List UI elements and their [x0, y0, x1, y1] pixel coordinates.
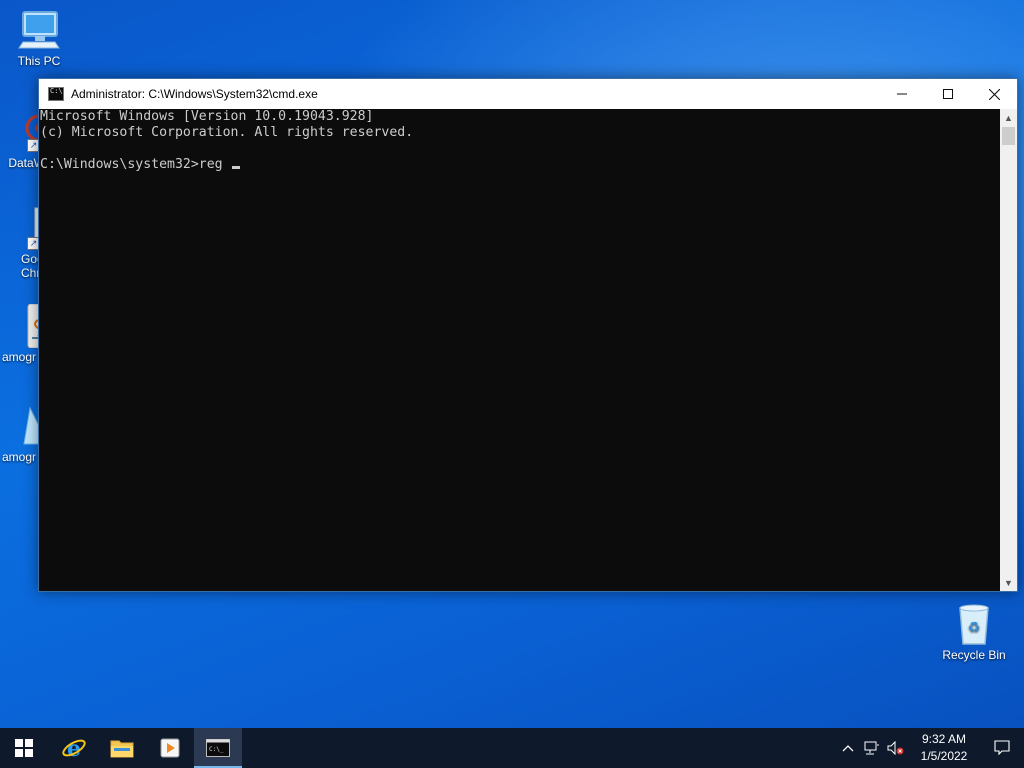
- taskbar-command-prompt[interactable]: C:\_: [194, 728, 242, 768]
- console-input: reg: [198, 157, 231, 172]
- maximize-button[interactable]: [925, 79, 971, 109]
- action-center-button[interactable]: [980, 728, 1024, 768]
- scroll-down-arrow-icon[interactable]: ▼: [1000, 574, 1017, 591]
- media-player-icon: [160, 738, 180, 758]
- windows-logo-icon: [15, 739, 33, 757]
- console-output[interactable]: Microsoft Windows [Version 10.0.19043.92…: [39, 109, 1000, 591]
- console-prompt: C:\Windows\system32>: [40, 157, 199, 172]
- close-button[interactable]: [971, 79, 1017, 109]
- desktop-icon-label: Recycle Bin: [942, 648, 1006, 662]
- window-title: Administrator: C:\Windows\System32\cmd.e…: [71, 87, 318, 101]
- taskbar-clock[interactable]: 9:32 AM 1/5/2022: [908, 731, 980, 765]
- minimize-icon: [897, 93, 907, 95]
- console-line: (c) Microsoft Corporation. All rights re…: [40, 125, 414, 140]
- desktop-icon-recycle-bin[interactable]: ♻ Recycle Bin: [938, 602, 1010, 662]
- svg-text:C:\_: C:\_: [209, 746, 224, 753]
- svg-text:e: e: [67, 736, 81, 761]
- recycle-bin-icon: ♻: [950, 602, 998, 646]
- computer-icon: [15, 8, 63, 52]
- console-line: Microsoft Windows [Version 10.0.19043.92…: [40, 109, 374, 124]
- maximize-icon: [943, 89, 953, 99]
- app-icon: [0, 404, 49, 448]
- chevron-up-icon[interactable]: [836, 728, 860, 768]
- internet-explorer-icon: e: [62, 736, 86, 761]
- folder-icon: [110, 740, 134, 758]
- console-prompt-line: C:\Windows\system32>reg: [40, 157, 1000, 173]
- start-button[interactable]: [0, 728, 48, 768]
- taskbar-file-explorer[interactable]: [98, 728, 146, 768]
- title-bar[interactable]: Administrator: C:\Windows\System32\cmd.e…: [39, 79, 1017, 109]
- clock-date: 1/5/2022: [920, 749, 968, 763]
- desktop-icon-this-pc[interactable]: This PC: [3, 8, 75, 68]
- cmd-icon: [48, 87, 64, 101]
- desktop-icon-label: This PC: [17, 54, 61, 68]
- scroll-up-arrow-icon[interactable]: ▲: [1000, 109, 1017, 126]
- minimize-button[interactable]: [879, 79, 925, 109]
- close-icon: [988, 88, 1000, 100]
- vertical-scrollbar[interactable]: ▲ ▼: [1000, 109, 1017, 591]
- taskbar-media-player[interactable]: [146, 728, 194, 768]
- notification-icon: [994, 740, 1010, 756]
- datawin-icon: ↗: [0, 108, 53, 152]
- taskbar-internet-explorer[interactable]: e: [50, 728, 98, 768]
- cmd-window[interactable]: Administrator: C:\Windows\System32\cmd.e…: [38, 78, 1018, 592]
- text-cursor: [231, 166, 240, 169]
- java-icon: [0, 303, 51, 349]
- cmd-icon: C:\_: [206, 739, 230, 757]
- taskbar: e C:\_ 9:32 AM 1/5/2022: [0, 728, 1024, 768]
- network-icon[interactable]: [860, 728, 884, 768]
- window-controls: [879, 79, 1017, 109]
- volume-muted-icon[interactable]: [884, 728, 908, 768]
- svg-text:♻: ♻: [968, 620, 981, 636]
- system-tray: 9:32 AM 1/5/2022: [836, 728, 1024, 768]
- clock-time: 9:32 AM: [921, 732, 967, 746]
- scroll-thumb[interactable]: [1002, 127, 1015, 145]
